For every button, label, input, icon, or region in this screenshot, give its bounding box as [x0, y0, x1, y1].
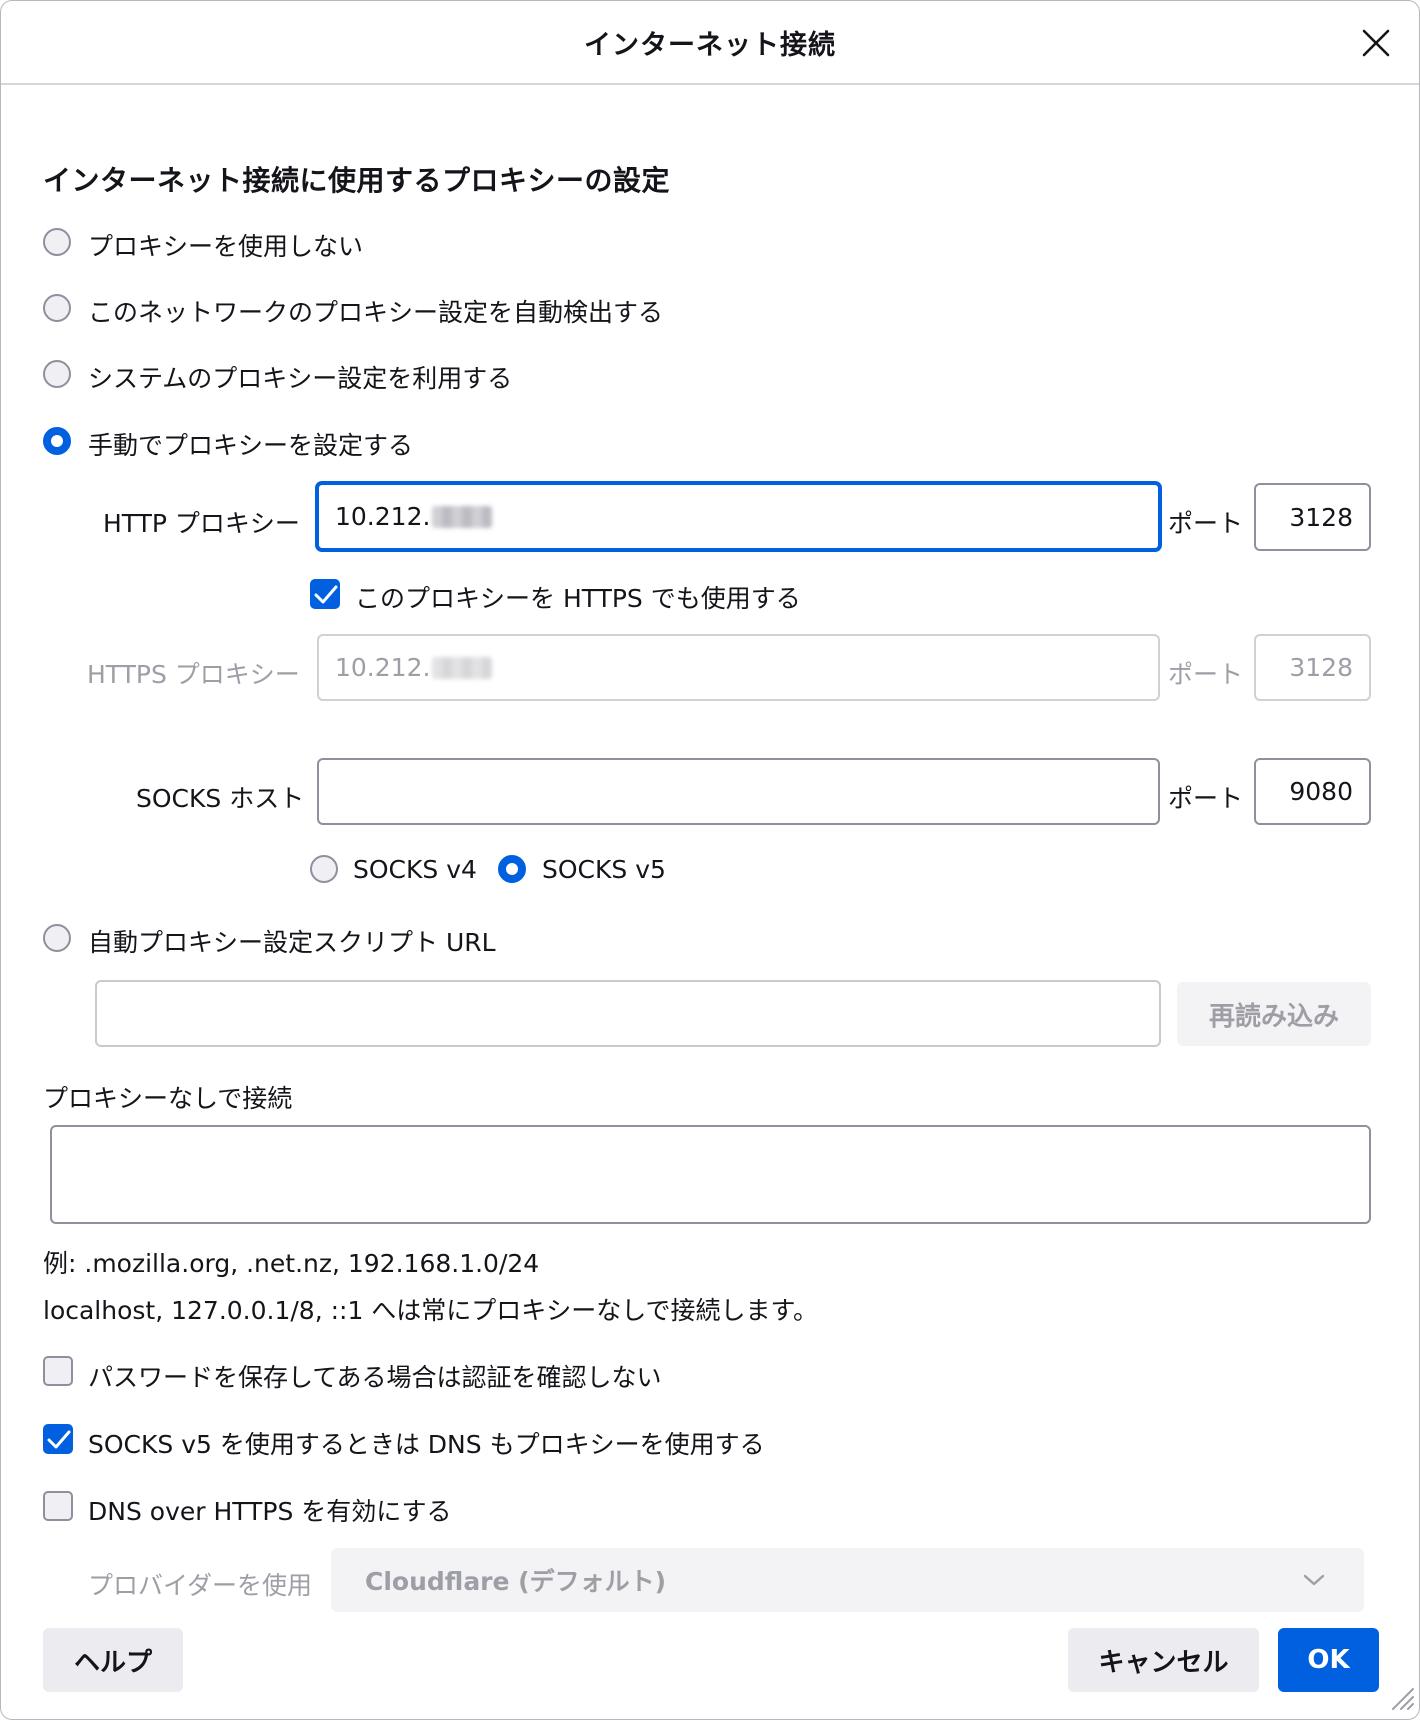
https-proxy-input[interactable]: 10.212.	[317, 634, 1160, 701]
socks-remote-dns-label: SOCKS v5 を使用するときは DNS もプロキシーを使用する	[88, 1430, 765, 1459]
radio-socks-v4-label: SOCKS v4	[353, 855, 477, 884]
connection-settings-dialog: インターネット接続 インターネット接続に使用するプロキシーの設定 プロキシーを使…	[0, 0, 1420, 1720]
use-for-https-label: このプロキシーを HTTPS でも使用する	[355, 584, 801, 613]
reload-button[interactable]: 再読み込み	[1177, 982, 1371, 1046]
close-icon[interactable]	[1356, 23, 1396, 63]
ok-button[interactable]: OK	[1278, 1628, 1379, 1692]
radio-socks-v5-label: SOCKS v5	[542, 855, 666, 884]
socks-port-label: ポート	[1168, 784, 1244, 813]
radio-auto-proxy-url-label: 自動プロキシー設定スクリプト URL	[88, 928, 496, 957]
dns-over-https-checkbox[interactable]	[43, 1491, 73, 1521]
no-proxy-note: localhost, 127.0.0.1/8, ::1 へは常にプロキシーなしで…	[43, 1296, 819, 1325]
http-port-label: ポート	[1168, 509, 1244, 538]
socks-port-input[interactable]: 9080	[1254, 758, 1371, 825]
provider-label: プロバイダーを使用	[88, 1571, 313, 1600]
socks-port-value: 9080	[1289, 777, 1353, 806]
radio-socks-v4[interactable]	[310, 855, 338, 883]
radio-system-proxy-label: システムのプロキシー設定を利用する	[88, 364, 513, 393]
https-proxy-label: HTTPS プロキシー	[87, 660, 300, 689]
no-auth-prompt-checkbox[interactable]	[43, 1356, 73, 1386]
http-port-input[interactable]: 3128	[1254, 483, 1371, 551]
radio-manual-proxy-label: 手動でプロキシーを設定する	[88, 431, 414, 460]
dialog-title: インターネット接続	[584, 30, 836, 61]
radio-manual-proxy[interactable]	[43, 427, 71, 455]
no-auth-prompt-label: パスワードを保存してある場合は認証を確認しない	[88, 1363, 662, 1392]
help-button[interactable]: ヘルプ	[43, 1628, 183, 1692]
socks-remote-dns-checkbox[interactable]	[43, 1424, 73, 1454]
radio-socks-v5[interactable]	[498, 855, 526, 883]
radio-no-proxy-label: プロキシーを使用しない	[88, 232, 364, 261]
http-proxy-label: HTTP プロキシー	[103, 509, 300, 538]
provider-select[interactable]: Cloudflare (デフォルト)	[331, 1548, 1364, 1612]
http-port-value: 3128	[1289, 502, 1353, 532]
no-proxy-label: プロキシーなしで接続	[43, 1084, 293, 1113]
redacted-address	[432, 505, 493, 528]
https-port-label: ポート	[1168, 660, 1244, 689]
chevron-down-icon	[1301, 1568, 1327, 1597]
redacted-address	[432, 656, 493, 679]
radio-auto-detect-label: このネットワークのプロキシー設定を自動検出する	[88, 298, 664, 327]
https-proxy-value: 10.212.	[335, 653, 431, 682]
resize-grip-icon[interactable]	[1387, 1683, 1415, 1715]
socks-host-input[interactable]	[317, 758, 1160, 825]
auto-proxy-url-input[interactable]	[95, 980, 1161, 1047]
http-proxy-value: 10.212.	[335, 502, 431, 531]
radio-auto-detect[interactable]	[43, 294, 71, 322]
socks-host-label: SOCKS ホスト	[136, 784, 305, 813]
no-proxy-textarea[interactable]	[50, 1125, 1371, 1224]
radio-system-proxy[interactable]	[43, 360, 71, 388]
radio-auto-proxy-url[interactable]	[43, 924, 71, 952]
radio-no-proxy[interactable]	[43, 228, 71, 256]
cancel-button[interactable]: キャンセル	[1068, 1628, 1259, 1692]
dialog-titlebar: インターネット接続	[1, 1, 1419, 85]
no-proxy-example: 例: .mozilla.org, .net.nz, 192.168.1.0/24	[43, 1249, 540, 1278]
provider-selected-value: Cloudflare (デフォルト)	[365, 1567, 667, 1596]
use-for-https-checkbox[interactable]	[310, 579, 340, 609]
https-port-value: 3128	[1289, 653, 1353, 682]
https-port-input[interactable]: 3128	[1254, 634, 1371, 701]
http-proxy-input[interactable]: 10.212.	[316, 482, 1161, 551]
section-heading: インターネット接続に使用するプロキシーの設定	[43, 164, 671, 197]
dns-over-https-label: DNS over HTTPS を有効にする	[88, 1497, 452, 1526]
